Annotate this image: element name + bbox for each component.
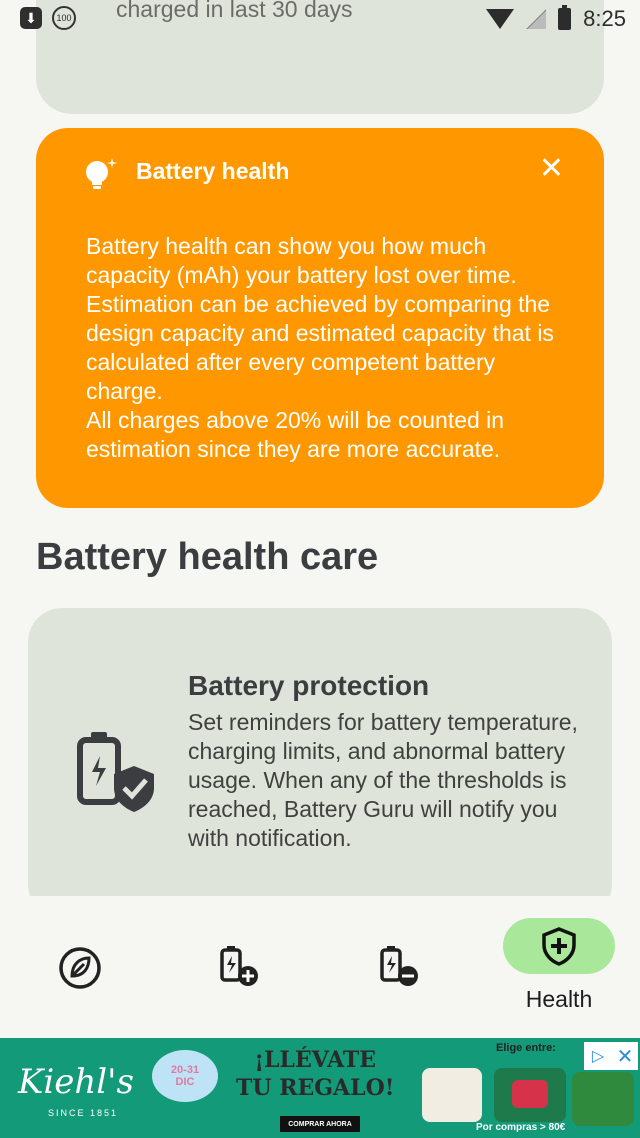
download-icon: ⬇ xyxy=(20,7,42,29)
ad-close-icon[interactable]: ✕ xyxy=(612,1042,638,1070)
info-card-body-text: Battery health can show you how much cap… xyxy=(86,233,554,404)
wifi-icon xyxy=(486,9,515,29)
ad-date-month: DIC xyxy=(175,1076,195,1088)
ad-cta-button[interactable]: COMPRAR AHORA xyxy=(280,1116,360,1132)
ad-since-text: SINCE 1851 xyxy=(48,1108,119,1118)
close-icon[interactable]: ✕ xyxy=(539,154,564,184)
nav-item-eco[interactable] xyxy=(56,944,104,992)
ad-product-image xyxy=(422,1068,482,1122)
battery-charge-add-icon xyxy=(220,946,258,986)
battery-status-icon xyxy=(558,5,572,30)
no-signal-icon xyxy=(526,9,547,29)
battery-protection-card[interactable]: Battery protection Set reminders for bat… xyxy=(28,608,612,918)
ad-date-range: 20-31 xyxy=(170,1064,200,1076)
info-card-title: Battery health xyxy=(136,158,290,184)
ad-banner[interactable]: Kiehl's SINCE 1851 20-31 DIC ¡LLÉVATE TU… xyxy=(0,1038,640,1138)
info-card-body-note: All charges above 20% will be counted in… xyxy=(86,407,505,462)
ad-headline-line1: ¡LLÉVATE xyxy=(254,1047,377,1073)
info-card-body: Battery health can show you how much cap… xyxy=(86,232,576,464)
ad-headline: ¡LLÉVATE TU REGALO! xyxy=(236,1046,394,1102)
section-heading: Battery health care xyxy=(36,536,379,578)
ad-product-image xyxy=(572,1072,634,1126)
battery-health-info-card: Battery health ✕ Battery health can show… xyxy=(36,128,604,508)
ad-headline-line2: TU REGALO! xyxy=(236,1075,395,1101)
lightbulb-icon xyxy=(86,158,117,189)
battery-shield-icon xyxy=(77,732,154,812)
adchoices-icon[interactable]: ▷ xyxy=(584,1042,612,1070)
protection-title: Battery protection xyxy=(188,670,430,701)
battery-discharge-icon xyxy=(380,946,418,986)
nav-item-charging[interactable] xyxy=(214,942,262,990)
nav-item-health[interactable]: Health xyxy=(503,918,615,1013)
ad-purchase-note: Por compras > 80€ xyxy=(476,1122,566,1133)
shield-plus-icon xyxy=(542,927,576,966)
ad-date-badge: 20-31 DIC xyxy=(152,1050,218,1102)
bottom-navigation: Health xyxy=(0,896,640,1036)
protection-description: Set reminders for battery temperature, c… xyxy=(188,709,578,851)
ad-choose-text: Elige entre: xyxy=(496,1042,556,1054)
ad-brand-logo: Kiehl's xyxy=(18,1062,134,1102)
ad-product-image xyxy=(494,1068,566,1122)
leaf-icon xyxy=(59,947,101,989)
nav-label-health: Health xyxy=(525,986,593,1012)
nav-active-indicator xyxy=(503,918,615,974)
clock: 8:25 xyxy=(583,6,626,31)
status-bar: ⬇ 100 8:25 xyxy=(0,0,640,38)
notification-badge: 100 xyxy=(52,6,76,30)
nav-item-discharging[interactable] xyxy=(374,942,422,990)
